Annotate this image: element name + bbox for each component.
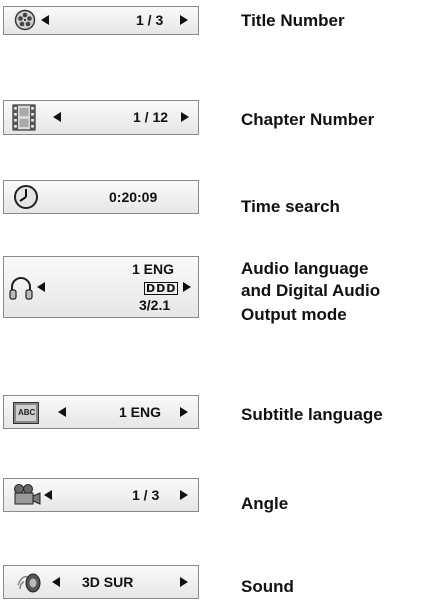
sound-label: Sound [241,577,294,596]
title-number-display[interactable]: 1 / 3 [3,6,199,35]
title-number-value: 1 / 3 [136,12,164,28]
right-arrow-icon[interactable] [180,577,188,587]
right-arrow-icon[interactable] [183,282,191,292]
subtitle-language-label: Subtitle language [241,405,383,424]
dolby-digital-logo: DDD [144,282,179,295]
left-arrow-icon[interactable] [53,112,61,122]
chapter-number-display[interactable]: 1 / 12 [3,100,199,135]
left-arrow-icon[interactable] [44,490,52,500]
left-arrow-icon[interactable] [58,407,66,417]
left-arrow-icon[interactable] [41,15,49,25]
audio-channels-value: 3/2.1 [139,297,171,313]
time-search-value: 0:20:09 [109,189,158,205]
right-arrow-icon[interactable] [180,15,188,25]
audio-language-value: 1 ENG [132,261,175,277]
left-arrow-icon[interactable] [37,282,45,292]
audio-language-label-line1: Audio language [241,259,369,278]
sound-value: 3D SUR [82,574,134,590]
digital-audio-format-value: DDD [144,279,179,295]
angle-label: Angle [241,494,289,513]
camera-icon [12,483,42,507]
headphones-icon [8,275,34,301]
left-arrow-icon[interactable] [52,577,60,587]
right-arrow-icon[interactable] [180,490,188,500]
chapter-number-value: 1 / 12 [133,109,169,125]
clock-icon [13,184,39,210]
chapter-number-label: Chapter Number [241,110,375,129]
sound-display[interactable]: 3D SUR [3,565,199,599]
audio-language-display[interactable]: 1 ENG DDD 3/2.1 [3,256,199,318]
right-arrow-icon[interactable] [181,112,189,122]
right-arrow-icon[interactable] [180,407,188,417]
subtitle-abc-icon: ABC [13,402,39,424]
time-search-label: Time search [241,197,340,216]
title-number-label: Title Number [241,11,345,30]
subtitle-language-value: 1 ENG [119,404,162,420]
film-reel-icon [12,9,38,31]
subtitle-language-display[interactable]: ABC 1 ENG [3,395,199,429]
audio-language-label-line3: Output mode [241,305,347,324]
angle-display[interactable]: 1 / 3 [3,478,199,512]
audio-language-label-line2: and Digital Audio [241,281,381,300]
film-strip-icon [12,104,36,131]
subtitle-abc-icon-text: ABC [18,408,36,417]
time-search-display[interactable]: 0:20:09 [3,180,199,214]
speaker-icon [16,571,42,595]
angle-value: 1 / 3 [132,487,160,503]
